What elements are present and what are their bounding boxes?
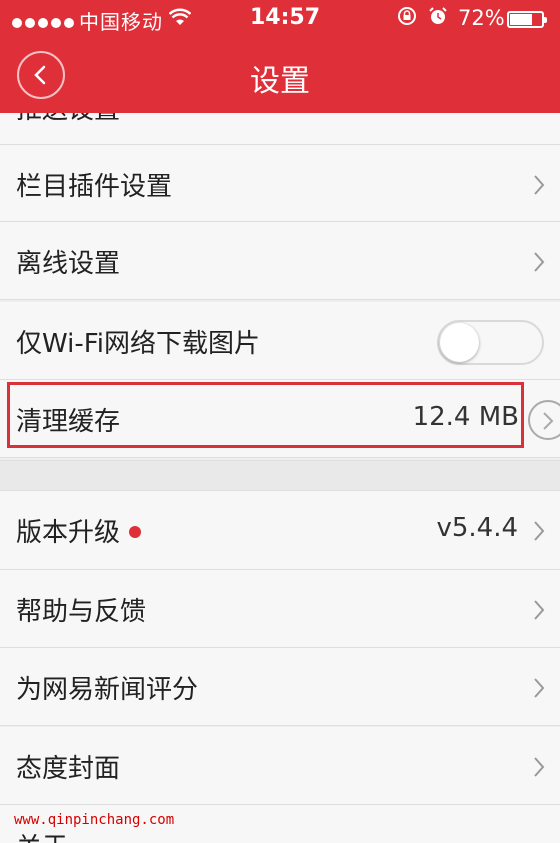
signal-strength-icon [12,13,77,32]
watermark-text: www.qinpinchang.com [14,812,175,828]
settings-item-attitude-cover[interactable]: 态度封面 [0,727,560,805]
settings-item-label: 离线设置 [16,249,121,279]
settings-item-label: 态度封面 [16,754,121,784]
page-title: 设置 [250,64,310,99]
chevron-right-icon [534,600,545,620]
wifi-only-toggle[interactable] [437,320,544,365]
settings-item-label: 版本升级 [16,512,142,549]
settings-item-wifi-images: 仅Wi-Fi网络下载图片 [0,302,560,380]
settings-item-label: 关于 [16,827,68,843]
settings-item-rate-app[interactable]: 为网易新闻评分 [0,648,560,726]
settings-item-label: 为网易新闻评分 [16,675,199,705]
section-divider [0,460,560,490]
rotation-lock-icon [397,6,417,31]
alarm-icon [428,6,448,31]
wifi-icon [168,7,192,31]
chevron-right-icon [534,175,545,195]
settings-item-help-feedback[interactable]: 帮助与反馈 [0,570,560,648]
settings-item-label: 栏目插件设置 [16,172,173,202]
chevron-right-icon [534,757,545,777]
chevron-right-icon [534,678,545,698]
battery-icon [507,11,547,28]
toggle-knob [440,323,479,362]
settings-item-label: 仅Wi-Fi网络下载图片 [16,329,261,359]
settings-item-label: 帮助与反馈 [16,597,147,627]
update-badge-dot [129,525,142,538]
settings-item-label: 推送设置 [16,113,120,126]
settings-item-offline[interactable]: 离线设置 [0,222,560,300]
settings-item-push[interactable]: 推送设置 [0,113,560,144]
settings-item-version-update[interactable]: 版本升级 v5.4.4 [0,490,560,570]
carrier-name: 中国移动 [79,10,163,34]
chevron-right-icon [534,252,545,272]
circle-chevron-right-icon [528,400,560,440]
status-time: 14:57 [250,5,321,30]
chevron-right-icon [534,521,545,541]
settings-item-column-plugins[interactable]: 栏目插件设置 [0,144,560,222]
status-bar: 中国移动 14:57 72% [0,0,560,40]
app-header: 中国移动 14:57 72% 设置 [0,0,560,113]
version-number: v5.4.4 [436,513,518,543]
highlight-box [7,382,524,448]
battery-percentage: 72% [458,6,505,30]
